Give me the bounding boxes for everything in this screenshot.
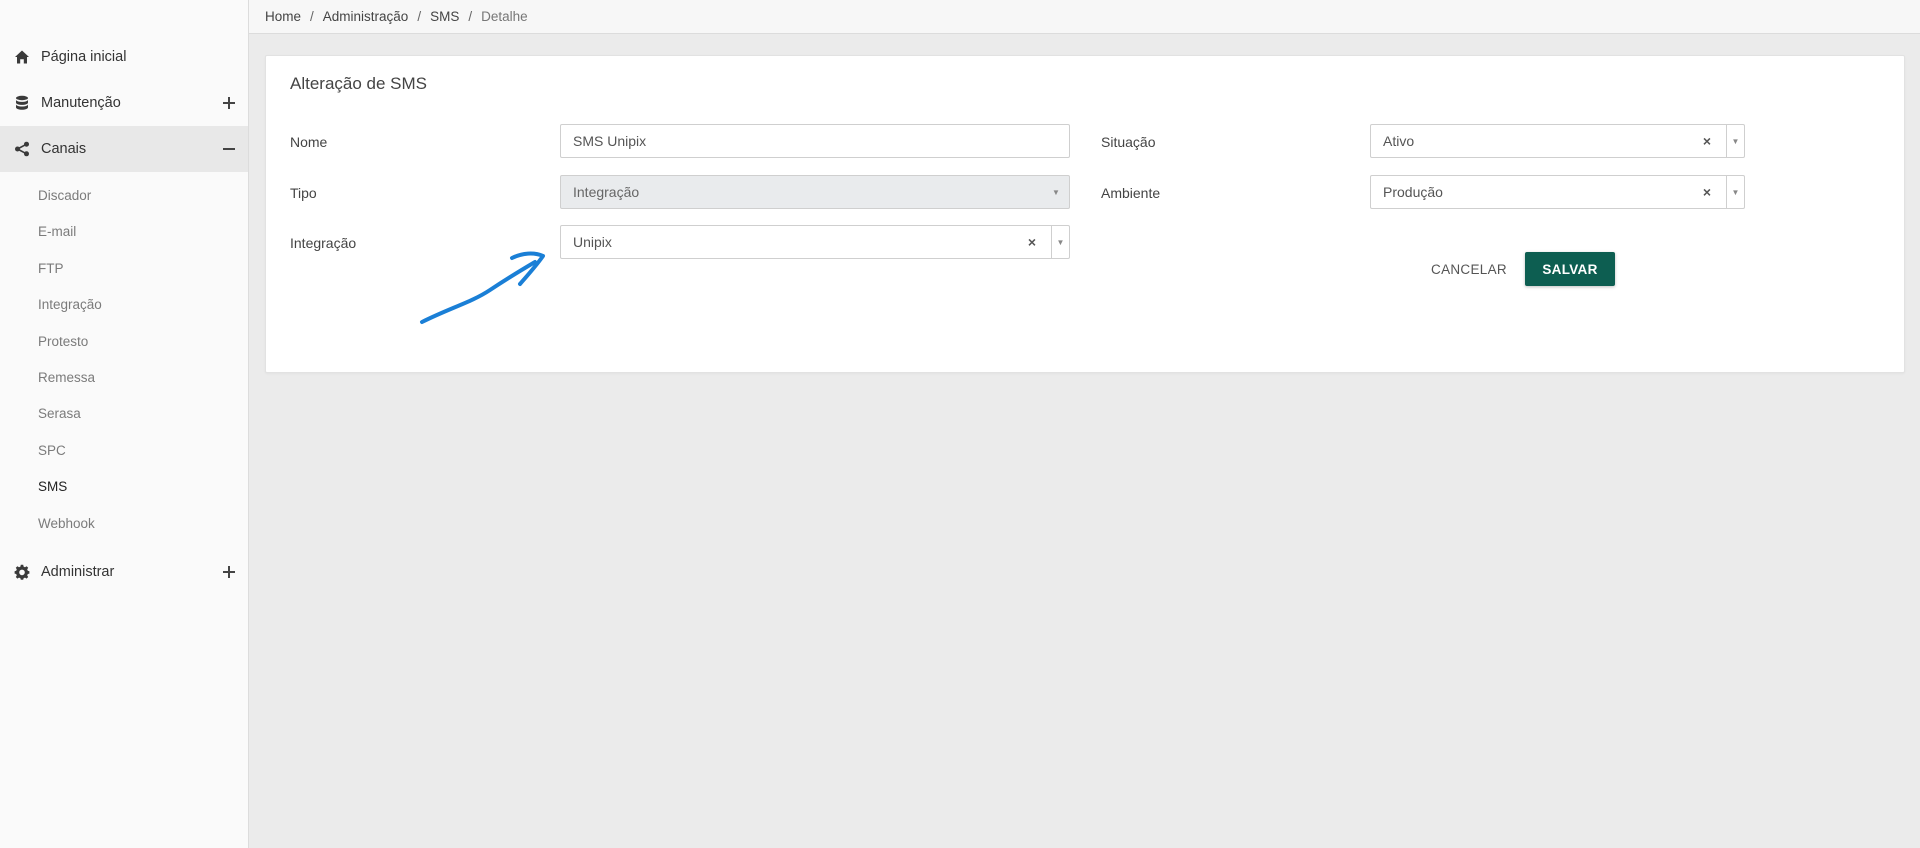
tipo-value: Integração — [573, 184, 640, 200]
clear-icon[interactable]: × — [1021, 226, 1043, 258]
annotation-arrow-icon — [420, 251, 545, 324]
gear-icon — [14, 564, 30, 580]
ambiente-value: Produção — [1383, 184, 1443, 200]
page-title: Alteração de SMS — [290, 74, 428, 93]
nome-input[interactable] — [573, 125, 1069, 157]
ambiente-select[interactable]: Produção × ▼ — [1370, 175, 1745, 209]
sidebar-sub-protesto[interactable]: Protesto — [38, 326, 88, 356]
integracao-select[interactable]: Unipix × ▼ — [560, 225, 1070, 259]
sidebar-sub-sms[interactable]: SMS — [38, 471, 67, 501]
chevron-down-icon[interactable]: ▼ — [1051, 226, 1069, 258]
situacao-value: Ativo — [1383, 133, 1415, 149]
sidebar-item-label: Administrar — [41, 564, 115, 580]
collapse-minus-icon[interactable] — [222, 142, 236, 156]
breadcrumb-separator: / — [468, 9, 473, 24]
breadcrumb-current: Detalhe — [481, 9, 528, 24]
ambiente-label: Ambiente — [1101, 185, 1161, 201]
share-icon — [14, 141, 30, 157]
sidebar-item-label: Canais — [41, 141, 87, 157]
cancel-button[interactable]: CANCELAR — [1414, 252, 1524, 286]
tipo-select: Integração ▼ — [560, 175, 1070, 209]
breadcrumb-home[interactable]: Home — [265, 9, 301, 24]
chevron-down-icon[interactable]: ▼ — [1726, 176, 1744, 208]
sidebar-item-label: Manutenção — [41, 95, 121, 111]
breadcrumb: Home / Administração / SMS / Detalhe — [249, 0, 1920, 34]
chevron-down-icon[interactable]: ▼ — [1726, 125, 1744, 157]
nome-input-wrapper — [560, 124, 1070, 158]
sidebar-sub-remessa[interactable]: Remessa — [38, 362, 95, 392]
chevron-down-icon: ▼ — [1052, 187, 1060, 197]
breadcrumb-separator: / — [310, 9, 314, 24]
integracao-label: Integração — [290, 235, 357, 251]
sidebar-item-canais[interactable]: Canais — [0, 126, 248, 172]
home-icon — [14, 49, 30, 65]
nome-label: Nome — [290, 134, 328, 150]
database-icon — [14, 95, 30, 111]
tipo-label: Tipo — [290, 185, 317, 201]
integracao-value: Unipix — [573, 234, 612, 250]
sidebar-sub-email[interactable]: E-mail — [38, 216, 76, 246]
sidebar-item-administrar[interactable]: Administrar — [0, 549, 248, 595]
sidebar-sub-serasa[interactable]: Serasa — [38, 398, 81, 428]
expand-plus-icon[interactable] — [222, 96, 236, 110]
sidebar-sub-spc[interactable]: SPC — [38, 435, 66, 465]
sidebar: Página inicial Manutenção Canais Discado… — [0, 0, 249, 848]
breadcrumb-sms[interactable]: SMS — [430, 9, 459, 24]
sidebar-sub-ftp[interactable]: FTP — [38, 253, 64, 283]
sidebar-item-pagina-inicial[interactable]: Página inicial — [0, 34, 248, 80]
sidebar-sub-integracao[interactable]: Integração — [38, 289, 102, 319]
save-button[interactable]: SALVAR — [1525, 252, 1615, 286]
clear-icon[interactable]: × — [1696, 125, 1718, 157]
breadcrumb-separator: / — [417, 9, 422, 24]
clear-icon[interactable]: × — [1696, 176, 1718, 208]
expand-plus-icon[interactable] — [222, 565, 236, 579]
breadcrumb-administracao[interactable]: Administração — [323, 9, 409, 24]
situacao-label: Situação — [1101, 134, 1156, 150]
sidebar-sub-discador[interactable]: Discador — [38, 180, 91, 210]
sidebar-sub-webhook[interactable]: Webhook — [38, 508, 95, 538]
sidebar-item-manutencao[interactable]: Manutenção — [0, 80, 248, 126]
sidebar-item-label: Página inicial — [41, 49, 127, 65]
situacao-select[interactable]: Ativo × ▼ — [1370, 124, 1745, 158]
